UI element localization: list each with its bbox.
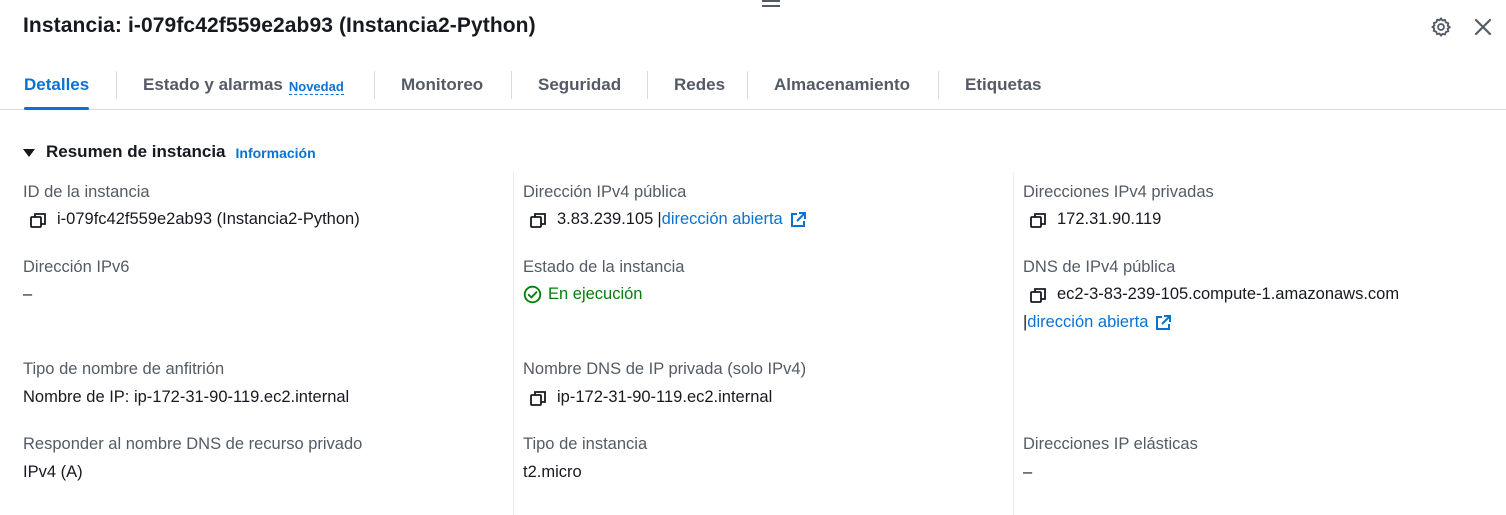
instance-id-label: ID de la instancia	[23, 183, 150, 201]
tab-label: Seguridad	[538, 75, 622, 94]
state-text: En ejecución	[548, 285, 643, 303]
header-actions	[1426, 13, 1498, 41]
caret-down-icon[interactable]	[23, 148, 35, 157]
copy-icon[interactable]	[1029, 211, 1047, 229]
tab-label: Estado y alarmas	[143, 75, 283, 94]
external-link-icon	[1154, 314, 1172, 332]
instance-id-value: i-079fc42f559e2ab93 (Instancia2-Python)	[24, 210, 360, 229]
hostname-type-label: Tipo de nombre de anfitrión	[23, 360, 225, 378]
copy-icon[interactable]	[29, 211, 47, 229]
tab-seguridad[interactable]: Seguridad	[538, 62, 621, 108]
tab-label: Almacenamiento	[774, 75, 911, 94]
private-ipv4-value: 172.31.90.119	[1024, 210, 1161, 229]
tab-divider	[374, 71, 375, 99]
tab-divider	[938, 71, 939, 99]
public-ipv4-text: 3.83.239.105	[557, 210, 654, 228]
tab-divider	[747, 71, 748, 99]
copy-icon[interactable]	[1029, 286, 1047, 304]
public-dns-link-row: | dirección abierta	[1023, 313, 1172, 332]
tab-divider	[116, 71, 117, 99]
section-title: Resumen de instancia	[46, 142, 226, 161]
instance-id-text: i-079fc42f559e2ab93 (Instancia2-Python)	[57, 210, 360, 228]
page-title: Instancia: i-079fc42f559e2ab93 (Instanci…	[23, 14, 536, 37]
section-header: Resumen de instancia Información	[23, 142, 316, 162]
tab-label: Etiquetas	[965, 75, 1042, 94]
instance-state-label: Estado de la instancia	[523, 258, 685, 276]
instance-type-value: t2.micro	[523, 463, 582, 481]
new-badge: Novedad	[288, 79, 344, 95]
copy-icon[interactable]	[529, 389, 547, 407]
private-dns-label: Nombre DNS de IP privada (solo IPv4)	[523, 360, 807, 378]
check-circle-icon	[523, 285, 542, 304]
tab-redes[interactable]: Redes	[674, 62, 725, 108]
gear-icon[interactable]	[1426, 13, 1456, 41]
open-address-link[interactable]: dirección abierta	[662, 210, 807, 229]
elastic-ip-value: –	[1023, 463, 1033, 481]
tab-bar: Detalles Estado y alarmas Novedad Monito…	[0, 62, 1506, 110]
public-ipv4-label: Dirección IPv4 pública	[523, 183, 687, 201]
instance-state-value: En ejecución	[523, 285, 642, 304]
tab-divider	[511, 71, 512, 99]
tab-almacenamiento[interactable]: Almacenamiento	[774, 62, 910, 108]
link-text: dirección abierta	[1027, 313, 1149, 331]
public-dns-label: DNS de IPv4 pública	[1023, 258, 1176, 276]
tab-monitoreo[interactable]: Monitoreo	[401, 62, 483, 108]
instance-type-label: Tipo de instancia	[523, 435, 648, 453]
private-dns-text: ip-172-31-90-119.ec2.internal	[557, 388, 773, 406]
column-divider	[1013, 172, 1014, 515]
hostname-type-value: Nombre de IP: ip-172-31-90-119.ec2.inter…	[23, 388, 350, 406]
close-icon[interactable]	[1468, 13, 1498, 41]
tab-label: Detalles	[24, 75, 90, 94]
private-ipv4-text: 172.31.90.119	[1057, 210, 1162, 228]
open-address-link[interactable]: dirección abierta	[1027, 313, 1172, 332]
info-link[interactable]: Información	[236, 145, 316, 161]
external-link-icon	[789, 211, 807, 229]
ipv6-value: –	[23, 285, 33, 303]
private-dns-value: ip-172-31-90-119.ec2.internal	[524, 388, 772, 407]
private-ipv4-label: Direcciones IPv4 privadas	[1023, 183, 1214, 201]
copy-icon[interactable]	[529, 211, 547, 229]
tab-etiquetas[interactable]: Etiquetas	[965, 62, 1042, 108]
drag-handle-icon[interactable]	[762, 0, 780, 10]
public-dns-value: ec2-3-83-239-105.compute-1.amazonaws.com	[1024, 285, 1399, 304]
status-running: En ejecución	[523, 285, 642, 304]
tab-estado-alarmas[interactable]: Estado y alarmas Novedad	[143, 62, 344, 108]
ipv6-label: Dirección IPv6	[23, 258, 130, 276]
tab-label: Redes	[674, 75, 726, 94]
link-text: dirección abierta	[661, 210, 783, 228]
resource-dns-value: IPv4 (A)	[23, 463, 83, 481]
elastic-ip-label: Direcciones IP elásticas	[1023, 435, 1198, 453]
public-dns-text: ec2-3-83-239-105.compute-1.amazonaws.com	[1057, 285, 1400, 303]
resource-dns-label: Responder al nombre DNS de recurso priva…	[23, 435, 363, 453]
tab-detalles[interactable]: Detalles	[24, 62, 90, 110]
public-ipv4-value: 3.83.239.105 | dirección abierta	[524, 210, 807, 229]
column-divider	[513, 172, 514, 515]
tab-divider	[647, 71, 648, 99]
tab-label: Monitoreo	[401, 75, 484, 94]
